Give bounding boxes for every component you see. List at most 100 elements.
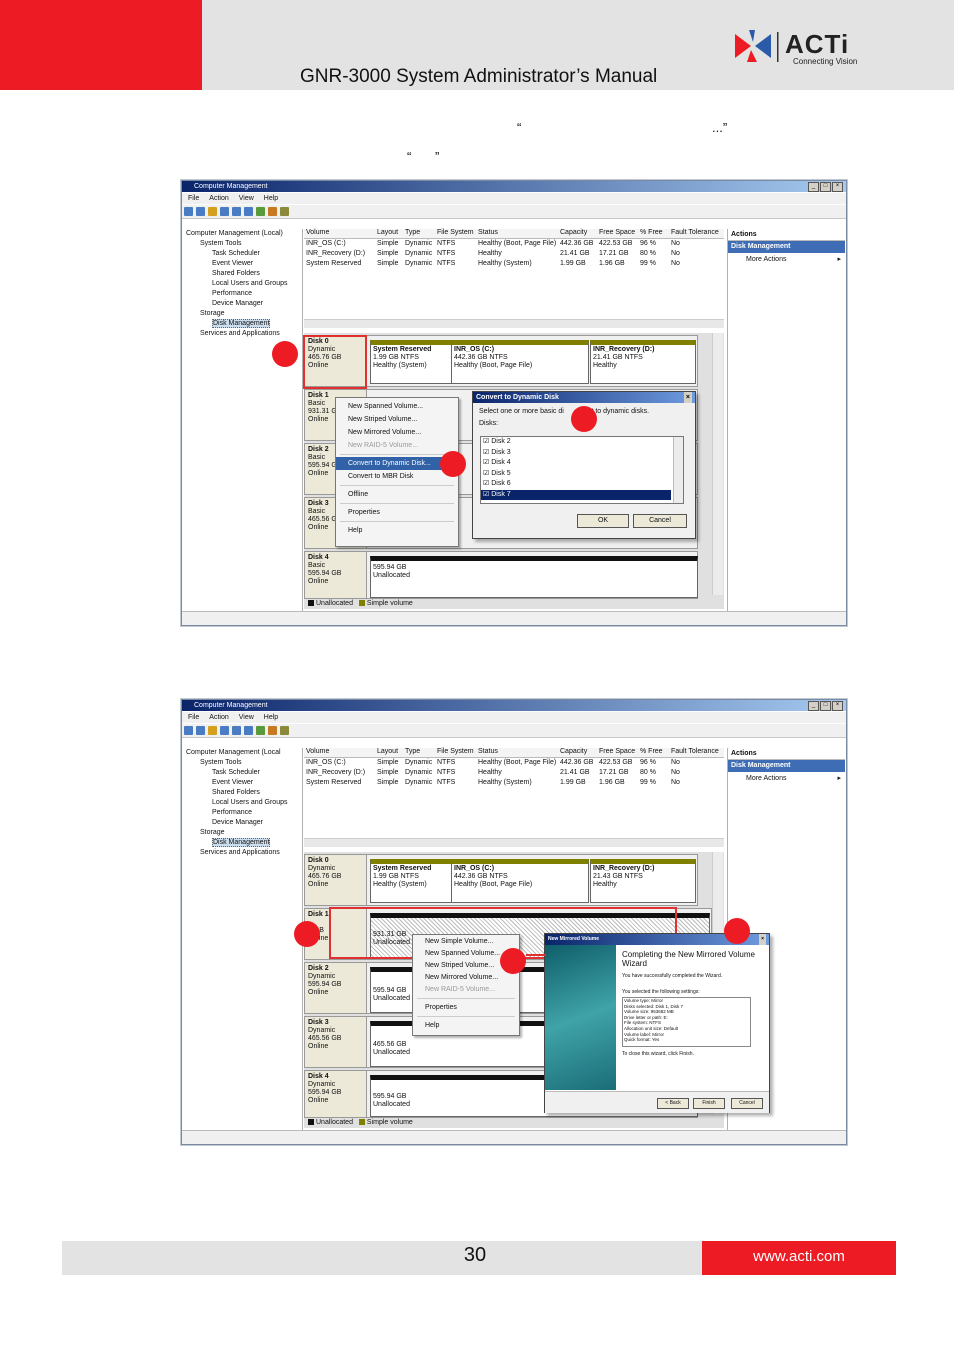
tree-device-manager[interactable]: Device Manager (184, 299, 302, 309)
actions-disk-management[interactable]: Disk Management (728, 241, 845, 253)
tree-disk-management[interactable]: Disk Management (212, 838, 271, 847)
tree-storage[interactable]: Storage (184, 828, 302, 838)
back-icon[interactable] (184, 207, 193, 216)
col-type[interactable]: Type (405, 229, 420, 236)
actions-disk-management[interactable]: Disk Management (728, 760, 845, 772)
col-free-space[interactable]: Free Space (599, 748, 635, 755)
ok-button[interactable]: OK (577, 514, 629, 528)
refresh-icon[interactable] (268, 726, 277, 735)
tree-task-scheduler[interactable]: Task Scheduler (184, 249, 302, 259)
disk-row[interactable]: Disk 0 Dynamic 465.76 GB Online System Rese… (304, 854, 698, 906)
menu-view[interactable]: View (239, 714, 254, 721)
close-icon[interactable]: × (832, 182, 843, 192)
col-free-space[interactable]: Free Space (599, 229, 635, 236)
table-row[interactable]: INR_OS (C:) Simple Dynamic NTFS Healthy (Boo… (304, 240, 724, 250)
checklist-scrollbar[interactable] (673, 437, 683, 503)
tree-performance[interactable]: Performance (184, 808, 302, 818)
partition[interactable]: INR_OS (C:) 442.36 GB NTFS Healthy (Boot, … (451, 859, 589, 903)
more-actions[interactable]: More Actions ▸ (728, 253, 845, 267)
table-row[interactable]: INR_Recovery (D:) Simple Dynamic NTFS Health… (304, 250, 724, 260)
help-icon[interactable] (232, 726, 241, 735)
window-controls[interactable]: _ □ × (807, 701, 843, 711)
horizontal-scrollbar[interactable] (304, 838, 724, 847)
table-row[interactable]: System Reserved Simple Dynamic NTFS Healthy … (304, 779, 724, 789)
menu-action[interactable]: Action (209, 195, 228, 202)
list-item[interactable]: ☑ Disk 6 (481, 479, 683, 490)
disk-row[interactable]: Disk 4 Basic 595.94 GB Online 595.94 GB Unal… (304, 551, 698, 599)
col-volume[interactable]: Volume (306, 229, 329, 236)
cancel-button[interactable]: Cancel (731, 1098, 763, 1109)
tree-shared-folders[interactable]: Shared Folders (184, 788, 302, 798)
tree-root[interactable]: Computer Management (Local) (184, 229, 302, 239)
list-item[interactable]: ☑ Disk 5 (481, 469, 683, 480)
menu-new-striped[interactable]: New Striped Volume... (336, 413, 458, 426)
partition[interactable]: 595.94 GB Unallocated (370, 556, 698, 598)
forward-icon[interactable] (196, 726, 205, 735)
more-actions[interactable]: More Actions ▸ (728, 772, 845, 786)
partition[interactable]: System Reserved 1.99 GB NTFS Healthy (Syst… (370, 859, 452, 903)
back-button[interactable]: < Back (657, 1098, 689, 1109)
maximize-icon[interactable]: □ (820, 701, 831, 711)
list-item[interactable]: ☑ Disk 3 (481, 448, 683, 459)
minimize-icon[interactable]: _ (808, 182, 819, 192)
view-icon[interactable] (244, 207, 253, 216)
tree-device-manager[interactable]: Device Manager (184, 818, 302, 828)
tree-task-scheduler[interactable]: Task Scheduler (184, 768, 302, 778)
col-status[interactable]: Status (478, 748, 498, 755)
tree-performance[interactable]: Performance (184, 289, 302, 299)
settings-icon[interactable] (280, 207, 289, 216)
view-icon[interactable] (244, 726, 253, 735)
tree-disk-management[interactable]: Disk Management (212, 319, 271, 328)
menu-view[interactable]: View (239, 195, 254, 202)
list-item[interactable]: ☑ Disk 2 (481, 437, 683, 448)
col-layout[interactable]: Layout (377, 229, 398, 236)
col-percent-free[interactable]: % Free (640, 748, 663, 755)
list-item[interactable]: ☑ Disk 4 (481, 458, 683, 469)
horizontal-scrollbar[interactable] (304, 319, 724, 328)
tree-local-users[interactable]: Local Users and Groups (184, 798, 302, 808)
col-layout[interactable]: Layout (377, 748, 398, 755)
tree-storage[interactable]: Storage (184, 309, 302, 319)
vertical-scrollbar[interactable] (712, 333, 723, 595)
cancel-button[interactable]: Cancel (633, 514, 687, 528)
table-row[interactable]: INR_OS (C:) Simple Dynamic NTFS Healthy (Boo… (304, 759, 724, 769)
tree-shared-folders[interactable]: Shared Folders (184, 269, 302, 279)
console-icon[interactable] (220, 207, 229, 216)
tree-system-tools[interactable]: System Tools (184, 239, 302, 249)
menu-convert-mbr[interactable]: Convert to MBR Disk (336, 470, 458, 483)
tree-event-viewer[interactable]: Event Viewer (184, 778, 302, 788)
settings-icon[interactable] (280, 726, 289, 735)
menu-new-mirrored[interactable]: New Mirrored Volume... (336, 426, 458, 439)
col-type[interactable]: Type (405, 748, 420, 755)
partition[interactable]: INR_Recovery (D:) 21.41 GB NTFS Healthy (590, 340, 696, 384)
col-status[interactable]: Status (478, 229, 498, 236)
folder-icon[interactable] (208, 726, 217, 735)
menu-new-simple[interactable]: New Simple Volume... (413, 936, 519, 948)
tree-event-viewer[interactable]: Event Viewer (184, 259, 302, 269)
maximize-icon[interactable]: □ (820, 182, 831, 192)
tree-services[interactable]: Services and Applications (184, 329, 302, 339)
tree-root[interactable]: Computer Management (Local (184, 748, 302, 758)
tree-local-users[interactable]: Local Users and Groups (184, 279, 302, 289)
menu-action[interactable]: Action (209, 714, 228, 721)
finish-button[interactable]: Finish (693, 1098, 725, 1109)
table-row[interactable]: INR_Recovery (D:) Simple Dynamic NTFS Health… (304, 769, 724, 779)
col-fault-tolerance[interactable]: Fault Tolerance (671, 748, 719, 755)
menu-file[interactable]: File (188, 195, 199, 202)
menu-offline[interactable]: Offline (336, 488, 458, 501)
menu-properties[interactable]: Properties (336, 506, 458, 519)
menu-new-mirrored[interactable]: New Mirrored Volume... (413, 972, 519, 984)
col-filesystem[interactable]: File System (437, 748, 474, 755)
folder-icon[interactable] (208, 207, 217, 216)
properties-icon[interactable] (256, 726, 265, 735)
partition[interactable]: INR_OS (C:) 442.36 GB NTFS Healthy (Boot, … (451, 340, 589, 384)
dialog-close-icon[interactable]: × (683, 392, 692, 403)
menu-file[interactable]: File (188, 714, 199, 721)
window-controls[interactable]: _ □ × (807, 182, 843, 192)
forward-icon[interactable] (196, 207, 205, 216)
help-icon[interactable] (232, 207, 241, 216)
console-icon[interactable] (220, 726, 229, 735)
menu-properties[interactable]: Properties (413, 1001, 519, 1014)
col-volume[interactable]: Volume (306, 748, 329, 755)
menu-help[interactable]: Help (413, 1019, 519, 1032)
